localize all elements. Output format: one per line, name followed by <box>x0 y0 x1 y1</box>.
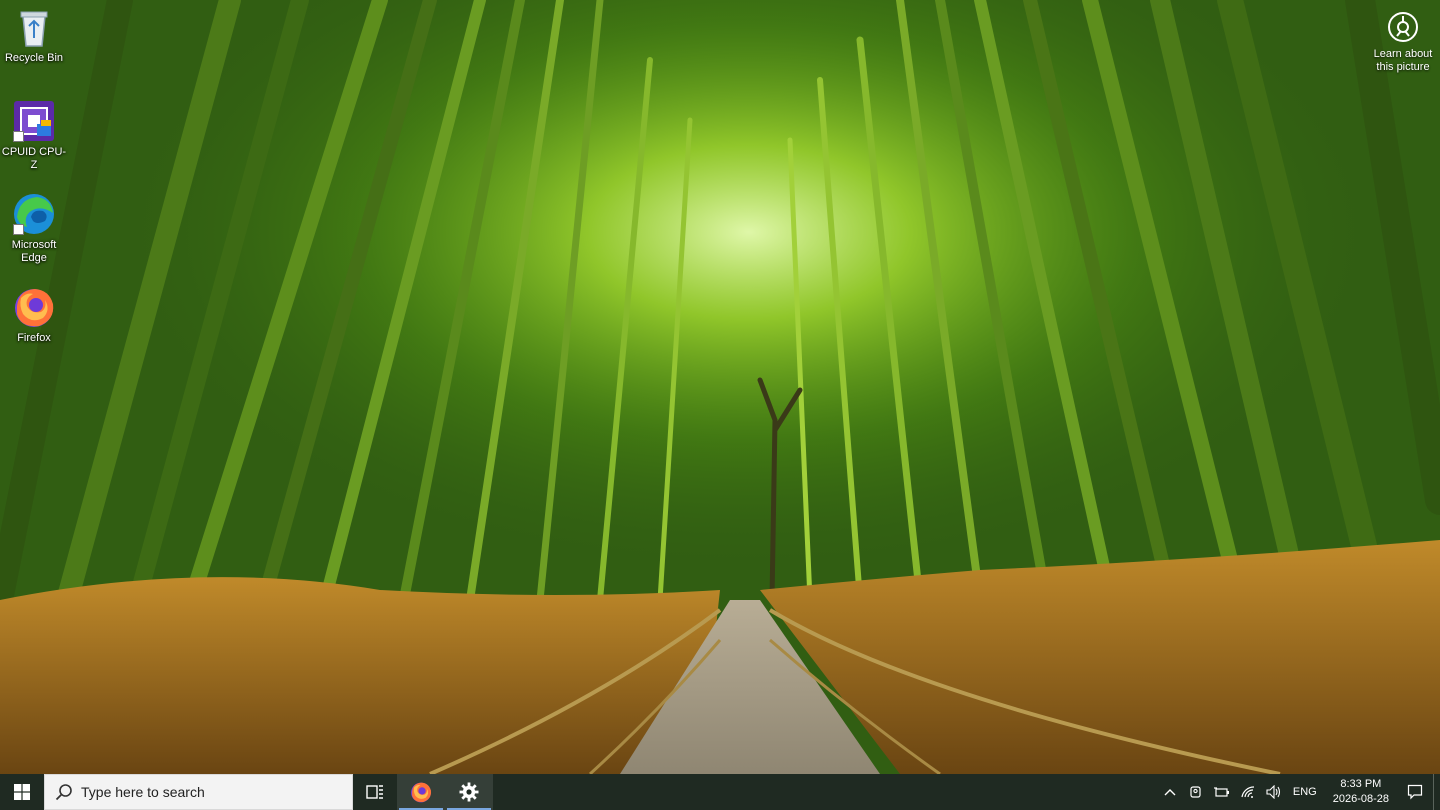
learn-about-picture[interactable]: Learn about this picture <box>1370 10 1436 74</box>
desktop-screen: Recycle Bin CPUID CPU-Z Microsoft Edge F… <box>0 0 1440 810</box>
desktop-icon-label: CPUID CPU-Z <box>1 146 67 171</box>
clock-date: 2026-08-28 <box>1332 793 1389 805</box>
taskbar: Type here to search ENG 8:33 PM 2026-08-… <box>0 774 1440 810</box>
cpuz-icon <box>11 98 57 144</box>
system-tray: ENG 8:33 PM 2026-08-28 <box>1157 774 1440 810</box>
clock-time: 8:33 PM <box>1340 778 1382 790</box>
desktop-wallpaper[interactable] <box>0 0 1440 774</box>
task-view-icon <box>366 785 383 799</box>
taskbar-search-box[interactable]: Type here to search <box>44 774 353 810</box>
desktop-icon-label: Firefox <box>17 332 51 344</box>
speaker-icon <box>1266 785 1280 799</box>
desktop-icon-recycle-bin[interactable]: Recycle Bin <box>0 4 68 65</box>
desktop-icon-label: Microsoft Edge <box>11 239 57 264</box>
firefox-icon <box>411 782 432 803</box>
search-icon <box>55 784 72 801</box>
wallpaper-art <box>0 0 1440 774</box>
camera-circle-icon <box>1386 10 1420 44</box>
show-hidden-icons-button[interactable] <box>1157 774 1183 810</box>
desktop-icon-firefox[interactable]: Firefox <box>0 284 68 345</box>
learn-about-label: Learn about this picture <box>1373 48 1433 73</box>
battery-plug-icon <box>1213 787 1229 797</box>
volume-button[interactable] <box>1261 774 1287 810</box>
network-button[interactable] <box>1235 774 1261 810</box>
start-button[interactable] <box>0 774 44 810</box>
desktop-icon-cpuz[interactable]: CPUID CPU-Z <box>0 98 68 172</box>
desktop-icon-edge[interactable]: Microsoft Edge <box>0 191 68 265</box>
task-view-button[interactable] <box>353 774 397 810</box>
taskbar-firefox-button[interactable] <box>397 774 445 810</box>
shortcut-arrow-icon <box>13 131 24 142</box>
meet-now-button[interactable] <box>1183 774 1209 810</box>
firefox-icon <box>11 284 57 330</box>
taskbar-clock[interactable]: 8:33 PM 2026-08-28 <box>1325 777 1397 807</box>
shortcut-arrow-icon <box>13 224 24 235</box>
windows-logo-icon <box>14 784 30 800</box>
search-placeholder: Type here to search <box>81 784 205 800</box>
chevron-up-icon <box>1164 789 1176 796</box>
show-desktop-button[interactable] <box>1433 774 1440 810</box>
meet-now-icon <box>1190 786 1201 798</box>
gear-icon <box>459 782 479 802</box>
desktop-icon-label: Recycle Bin <box>4 52 64 64</box>
action-center-button[interactable] <box>1397 774 1433 810</box>
battery-button[interactable] <box>1209 774 1235 810</box>
taskbar-settings-button[interactable] <box>445 774 493 810</box>
input-language-indicator[interactable]: ENG <box>1287 786 1325 798</box>
recycle-bin-icon <box>11 4 57 50</box>
wifi-icon <box>1241 786 1254 798</box>
edge-icon <box>11 191 57 237</box>
notification-icon <box>1407 784 1423 800</box>
